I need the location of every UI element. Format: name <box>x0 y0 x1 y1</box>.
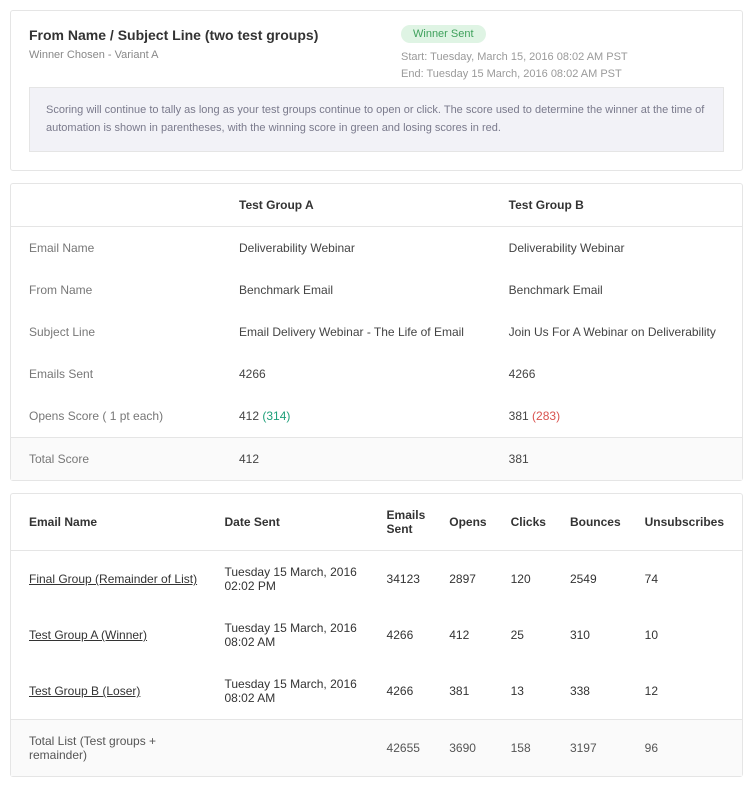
col-bounces: Bounces <box>558 494 633 551</box>
results-panel: Email Name Date Sent Emails Sent Opens C… <box>10 493 743 777</box>
cell-unsub: 10 <box>633 607 742 663</box>
end-date: End: Tuesday 15 March, 2016 08:02 AM PST <box>401 66 724 83</box>
cell-a-opens: 412 (314) <box>221 395 491 438</box>
cell-sent: 34123 <box>375 551 438 608</box>
table-row: Test Group B (Loser) Tuesday 15 March, 2… <box>11 663 742 720</box>
total-bounces: 3197 <box>558 720 633 777</box>
email-link-final[interactable]: Final Group (Remainder of List) <box>29 572 197 586</box>
cell-unsub: 74 <box>633 551 742 608</box>
table-row: Test Group A (Winner) Tuesday 15 March, … <box>11 607 742 663</box>
opens-b-value: 381 <box>509 409 529 423</box>
cell-b-opens: 381 (283) <box>491 395 742 438</box>
cell-clicks: 120 <box>499 551 558 608</box>
total-sent: 42655 <box>375 720 438 777</box>
cell-b-from-name: Benchmark Email <box>491 269 742 311</box>
results-table: Email Name Date Sent Emails Sent Opens C… <box>11 494 742 776</box>
cell-date: Tuesday 15 March, 2016 08:02 AM <box>213 663 375 720</box>
col-emails-sent: Emails Sent <box>375 494 438 551</box>
cell-bounces: 2549 <box>558 551 633 608</box>
cell-a-subject: Email Delivery Webinar - The Life of Ema… <box>221 311 491 353</box>
table-row: Final Group (Remainder of List) Tuesday … <box>11 551 742 608</box>
scoring-info: Scoring will continue to tally as long a… <box>29 87 724 152</box>
cell-opens: 2897 <box>437 551 498 608</box>
row-label-subject: Subject Line <box>11 311 221 353</box>
col-opens: Opens <box>437 494 498 551</box>
row-label-total: Total Score <box>11 438 221 481</box>
row-label-sent: Emails Sent <box>11 353 221 395</box>
col-clicks: Clicks <box>499 494 558 551</box>
col-unsubscribes: Unsubscribes <box>633 494 742 551</box>
cell-b-email-name: Deliverability Webinar <box>491 227 742 270</box>
total-unsub: 96 <box>633 720 742 777</box>
results-total-row: Total List (Test groups + remainder) 426… <box>11 720 742 777</box>
col-date-sent: Date Sent <box>213 494 375 551</box>
col-email-name: Email Name <box>11 494 213 551</box>
cell-opens: 412 <box>437 607 498 663</box>
cell-a-from-name: Benchmark Email <box>221 269 491 311</box>
opens-a-paren: (314) <box>262 409 290 423</box>
row-label-opens: Opens Score ( 1 pt each) <box>11 395 221 438</box>
opens-b-paren: (283) <box>532 409 560 423</box>
cell-clicks: 13 <box>499 663 558 720</box>
cell-date: Tuesday 15 March, 2016 08:02 AM <box>213 607 375 663</box>
comparison-panel: Test Group A Test Group B Email Name Del… <box>10 183 743 481</box>
summary-header: From Name / Subject Line (two test group… <box>11 11 742 79</box>
email-link-group-a[interactable]: Test Group A (Winner) <box>29 628 147 642</box>
summary-panel: From Name / Subject Line (two test group… <box>10 10 743 171</box>
status-block: Winner Sent Start: Tuesday, March 15, 20… <box>401 25 724 82</box>
cell-b-subject: Join Us For A Webinar on Deliverability <box>491 311 742 353</box>
total-a: 412 <box>221 438 491 481</box>
total-b: 381 <box>491 438 742 481</box>
cell-a-email-name: Deliverability Webinar <box>221 227 491 270</box>
total-label: Total List (Test groups + remainder) <box>11 720 213 777</box>
cell-sent: 4266 <box>375 663 438 720</box>
cell-date: Tuesday 15 March, 2016 02:02 PM <box>213 551 375 608</box>
cell-bounces: 310 <box>558 607 633 663</box>
start-date: Start: Tuesday, March 15, 2016 08:02 AM … <box>401 49 724 66</box>
total-date-blank <box>213 720 375 777</box>
total-clicks: 158 <box>499 720 558 777</box>
cell-a-sent: 4266 <box>221 353 491 395</box>
opens-a-value: 412 <box>239 409 259 423</box>
comparison-table: Test Group A Test Group B Email Name Del… <box>11 184 742 480</box>
date-range: Start: Tuesday, March 15, 2016 08:02 AM … <box>401 49 724 82</box>
total-opens: 3690 <box>437 720 498 777</box>
cell-b-sent: 4266 <box>491 353 742 395</box>
cell-clicks: 25 <box>499 607 558 663</box>
row-label-from-name: From Name <box>11 269 221 311</box>
winner-badge: Winner Sent <box>401 25 486 43</box>
cell-sent: 4266 <box>375 607 438 663</box>
row-label-email-name: Email Name <box>11 227 221 270</box>
group-b-header: Test Group B <box>491 184 742 227</box>
email-link-group-b[interactable]: Test Group B (Loser) <box>29 684 140 698</box>
cell-opens: 381 <box>437 663 498 720</box>
cell-bounces: 338 <box>558 663 633 720</box>
compare-blank-header <box>11 184 221 227</box>
group-a-header: Test Group A <box>221 184 491 227</box>
cell-unsub: 12 <box>633 663 742 720</box>
